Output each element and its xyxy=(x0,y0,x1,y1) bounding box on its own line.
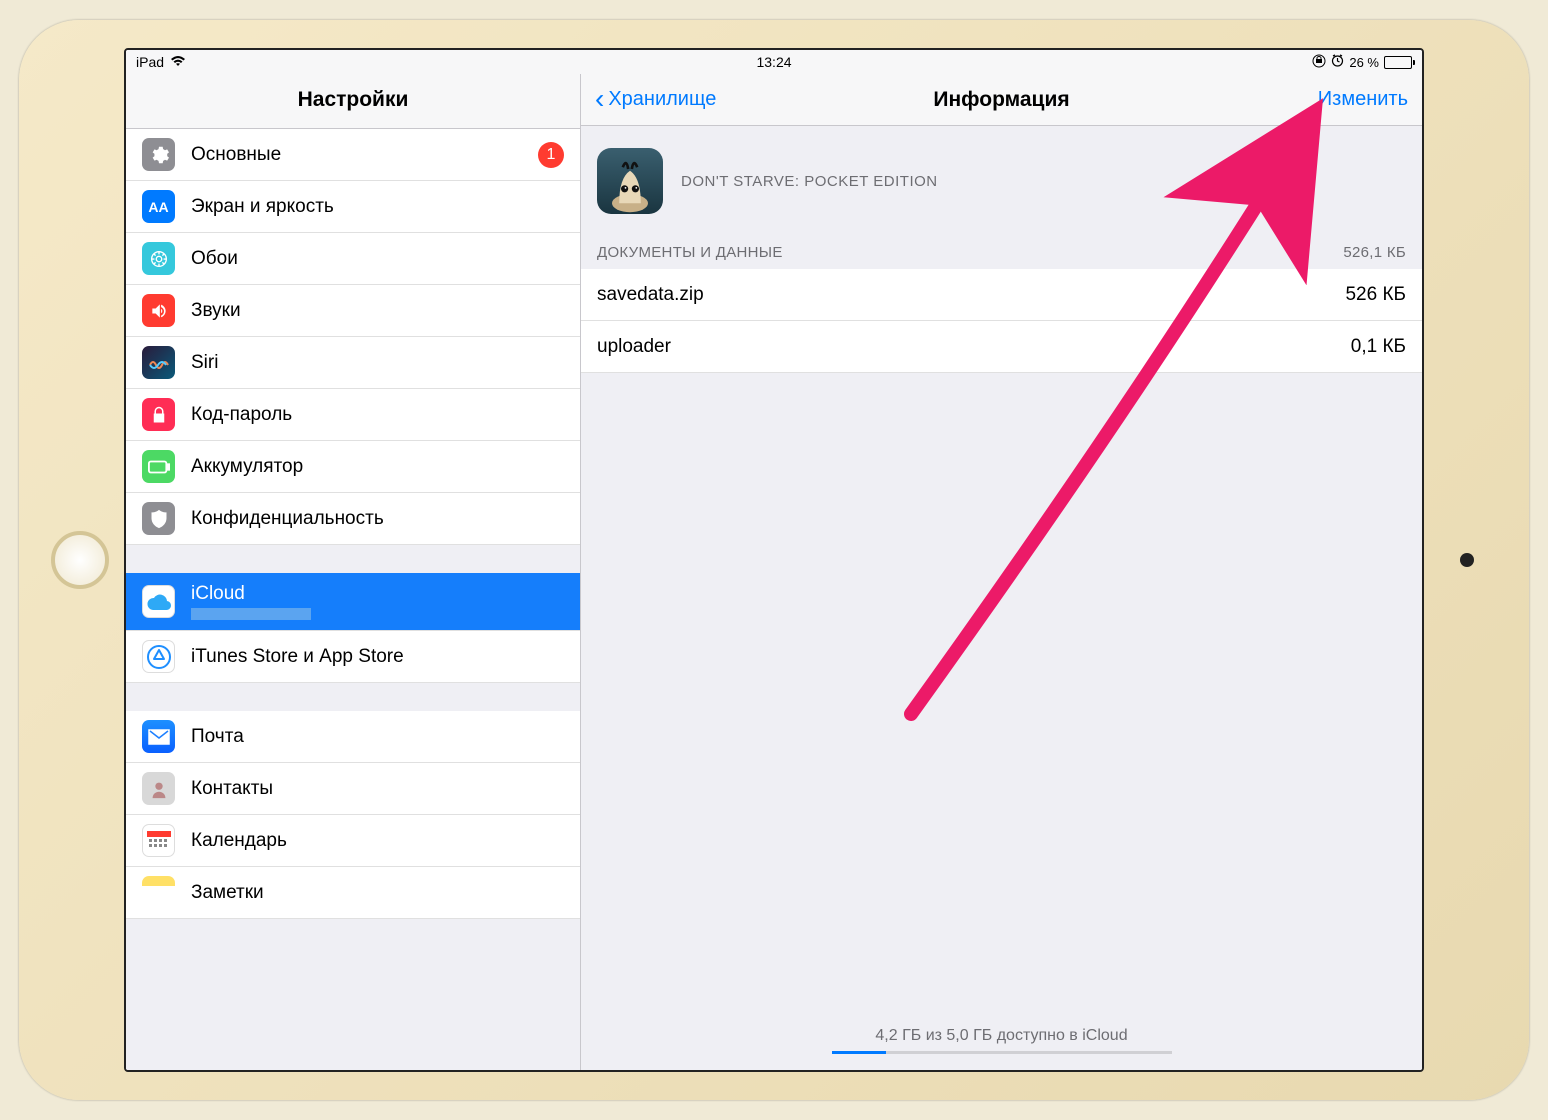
alarm-icon xyxy=(1331,54,1344,70)
notification-badge: 1 xyxy=(538,142,564,168)
wallpaper-icon xyxy=(142,242,175,275)
sidebar-item-siri[interactable]: Siri xyxy=(126,337,580,389)
mail-icon xyxy=(142,720,175,753)
sidebar-item-label: Конфиденциальность xyxy=(191,508,384,530)
sidebar-item-label: Календарь xyxy=(191,830,287,852)
cloud-icon xyxy=(142,585,175,618)
back-button[interactable]: ‹ Хранилище xyxy=(595,88,716,111)
sidebar-item-label: Основные xyxy=(191,144,281,166)
sidebar-item-icloud[interactable]: iCloud xyxy=(126,573,580,631)
gear-icon xyxy=(142,138,175,171)
calendar-icon xyxy=(142,824,175,857)
storage-bar-used xyxy=(832,1051,886,1054)
sound-icon xyxy=(142,294,175,327)
page-title: Информация xyxy=(933,88,1069,112)
file-size: 526 КБ xyxy=(1345,284,1406,306)
app-icon xyxy=(597,148,663,214)
app-name: DON'T STARVE: POCKET EDITION xyxy=(681,173,938,190)
display-icon: AA xyxy=(142,190,175,223)
sidebar-item-label: Заметки xyxy=(191,882,264,904)
section-title: ДОКУМЕНТЫ И ДАННЫЕ xyxy=(597,244,783,261)
contacts-icon xyxy=(142,772,175,805)
app-header: DON'T STARVE: POCKET EDITION xyxy=(581,126,1422,236)
screen: iPad 13:24 26 % Настройки xyxy=(124,48,1424,1072)
battery-percent: 26 % xyxy=(1349,55,1379,70)
siri-icon xyxy=(142,346,175,379)
status-bar: iPad 13:24 26 % xyxy=(126,50,1422,74)
sidebar-item-contacts[interactable]: Контакты xyxy=(126,763,580,815)
chevron-left-icon: ‹ xyxy=(595,91,604,108)
sidebar-item-passcode[interactable]: Код-пароль xyxy=(126,389,580,441)
sidebar-item-label: Почта xyxy=(191,726,244,748)
home-button[interactable] xyxy=(51,531,109,589)
wifi-icon xyxy=(170,54,186,70)
device-label: iPad xyxy=(136,54,164,70)
file-row[interactable]: uploader 0,1 КБ xyxy=(581,321,1422,373)
sidebar-item-store[interactable]: iTunes Store и App Store xyxy=(126,631,580,683)
lock-icon xyxy=(142,398,175,431)
battery-icon xyxy=(1384,56,1412,69)
sidebar-item-sounds[interactable]: Звуки xyxy=(126,285,580,337)
camera xyxy=(1460,553,1474,567)
sidebar-item-label: Экран и яркость xyxy=(191,196,334,218)
file-name: uploader xyxy=(597,336,671,358)
sidebar-item-label: Звуки xyxy=(191,300,241,322)
edit-button[interactable]: Изменить xyxy=(1318,88,1408,111)
sidebar-item-calendar[interactable]: Календарь xyxy=(126,815,580,867)
sidebar-item-notes[interactable]: Заметки xyxy=(126,867,580,919)
sidebar-item-privacy[interactable]: Конфиденциальность xyxy=(126,493,580,545)
orientation-lock-icon xyxy=(1312,54,1326,71)
section-total-size: 526,1 КБ xyxy=(1343,244,1406,261)
sidebar-item-display[interactable]: AA Экран и яркость xyxy=(126,181,580,233)
documents-section-header: ДОКУМЕНТЫ И ДАННЫЕ 526,1 КБ xyxy=(581,236,1422,269)
sidebar-item-label: Аккумулятор xyxy=(191,456,303,478)
storage-footer: 4,2 ГБ из 5,0 ГБ доступно в iCloud xyxy=(581,1027,1422,1070)
sidebar-item-mail[interactable]: Почта xyxy=(126,711,580,763)
sidebar-item-label: iTunes Store и App Store xyxy=(191,646,404,668)
file-row[interactable]: savedata.zip 526 КБ xyxy=(581,269,1422,321)
file-size: 0,1 КБ xyxy=(1351,336,1406,358)
sidebar-item-label: Контакты xyxy=(191,778,273,800)
sidebar-title: Настройки xyxy=(126,74,580,129)
sidebar-item-label: Siri xyxy=(191,352,218,374)
notes-icon xyxy=(142,876,175,909)
appstore-icon xyxy=(142,640,175,673)
privacy-icon xyxy=(142,502,175,535)
settings-sidebar[interactable]: Настройки Основные 1 AA Экран и яркость xyxy=(126,74,581,1070)
clock: 13:24 xyxy=(756,54,791,70)
icloud-account xyxy=(191,608,311,620)
file-name: savedata.zip xyxy=(597,284,704,306)
ipad-frame: iPad 13:24 26 % Настройки xyxy=(19,20,1529,1100)
battery-settings-icon xyxy=(142,450,175,483)
sidebar-item-label: iCloud xyxy=(191,583,311,605)
sidebar-item-general[interactable]: Основные 1 xyxy=(126,129,580,181)
storage-bar xyxy=(832,1051,1172,1054)
sidebar-item-wallpaper[interactable]: Обои xyxy=(126,233,580,285)
back-label: Хранилище xyxy=(608,88,716,111)
sidebar-item-label: Код-пароль xyxy=(191,404,292,426)
detail-navbar: ‹ Хранилище Информация Изменить xyxy=(581,74,1422,126)
detail-pane: ‹ Хранилище Информация Изменить DON'T ST… xyxy=(581,74,1422,1070)
sidebar-item-label: Обои xyxy=(191,248,238,270)
sidebar-item-battery[interactable]: Аккумулятор xyxy=(126,441,580,493)
storage-text: 4,2 ГБ из 5,0 ГБ доступно в iCloud xyxy=(875,1027,1127,1044)
